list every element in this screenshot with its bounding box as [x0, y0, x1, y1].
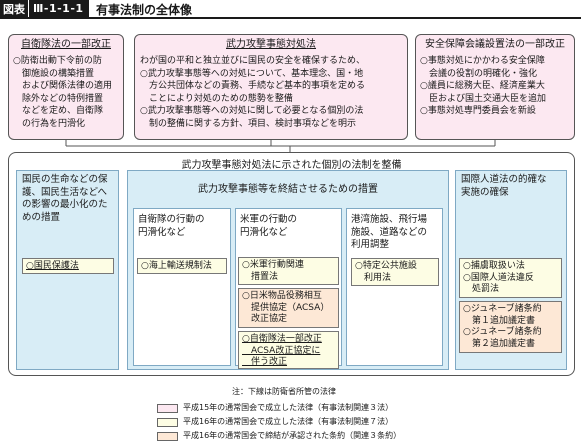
legend-text-2003-laws: 平成15年の通常国会で成立した法律（有事法制関連３法）: [183, 403, 394, 412]
us-forces-title: 米軍の行動の 円滑化など: [240, 214, 298, 238]
main-title: 武力攻撃事態対処法に示された個別の法制を整備: [181, 160, 402, 171]
civil-protection-law: ○国民保護法: [22, 258, 114, 274]
protection-measures-title: 国民の生命などの保 護、国民生活などへ の影響の最小化のた めの措置: [22, 174, 108, 223]
geneva-protocols: ○ジュネーブ諸条約 第１追加議定書 ○ジュネーブ諸条約 第２追加議定書: [459, 301, 562, 353]
legend-swatch-2004-treaties: [157, 432, 178, 441]
termination-measures-title: 武力攻撃事態等を終結させるための措置: [198, 184, 378, 195]
facility-coordination-title: 港湾施設、飛行場 施設、道路などの 利用調整: [351, 214, 428, 250]
sdf-law-acsa-amendment: ○自衛隊法一部改正 ACSA改正協定に 伴う改正: [238, 331, 339, 369]
legend-text-2004-treaties: 平成16年の通常国会で締結が承認された条約（関連３条約）: [183, 431, 402, 440]
legend-text-2004-laws: 平成16年の通常国会で成立した法律（有事法制関連７法）: [183, 417, 394, 426]
maritime-transport-law: ○海上輸送規制法: [137, 258, 227, 274]
sdf-action-title: 自衛隊の行動の 円滑化など: [138, 214, 205, 238]
legend-swatch-2004-laws: [157, 418, 178, 427]
us-forces-measures-law: ○米軍行動関連 措置法: [238, 257, 339, 285]
pow-ihl-laws: ○捕虜取扱い法 ○国際人道法違反 処罰法: [459, 258, 562, 298]
legend-swatch-2003-laws: [157, 404, 178, 413]
acsa-amendment-agreement: ○日米物品役務相互 提供協定（ACSA） 改正協定: [238, 288, 339, 328]
humanitarian-law-title: 国際人道法の的確な 実施の確保: [461, 174, 547, 198]
public-facilities-law: ○特定公共施設 利用法: [351, 258, 439, 286]
footnote: 注：下線は防衛省所管の法律: [232, 387, 336, 396]
